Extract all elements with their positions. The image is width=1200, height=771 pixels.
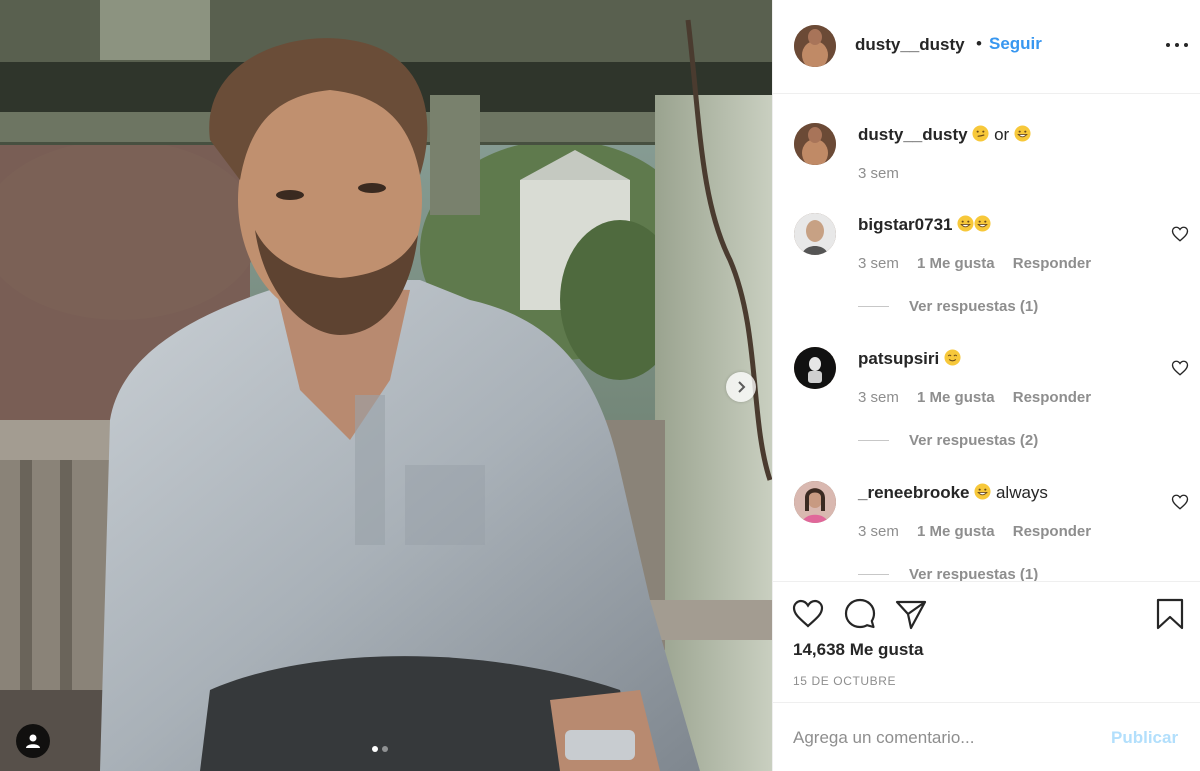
comments-list[interactable]: dusty__dusty or 3 sem bigstar0731 3 sem … xyxy=(773,95,1200,581)
post-photo xyxy=(0,0,772,771)
grin-emoji-icon xyxy=(957,215,974,232)
author-username[interactable]: dusty__dusty xyxy=(855,35,965,55)
post-actions: 14,638 Me gusta 15 DE OCTUBRE xyxy=(773,581,1200,701)
grin-emoji-icon xyxy=(1014,125,1031,142)
replies-divider xyxy=(858,440,889,441)
comment-body: always xyxy=(995,483,1048,502)
comment-like-heart-icon[interactable] xyxy=(1171,225,1189,243)
user-icon xyxy=(26,734,40,748)
comment-text: _reneebrooke always xyxy=(858,483,1048,503)
comment-like-heart-icon[interactable] xyxy=(1171,493,1189,511)
comment-username[interactable]: patsupsiri xyxy=(858,349,939,368)
likes-count[interactable]: 14,638 Me gusta xyxy=(793,640,923,660)
reply-button[interactable]: Responder xyxy=(1013,523,1091,540)
grin-emoji-icon xyxy=(974,215,991,232)
commenter-avatar[interactable] xyxy=(794,481,836,523)
comment-time[interactable]: 3 sem xyxy=(858,255,899,272)
smile-emoji-icon xyxy=(944,349,961,366)
view-replies-button[interactable]: Ver respuestas (1) xyxy=(858,298,1038,315)
avatar-image xyxy=(794,481,836,523)
comment-meta: 3 sem 1 Me gusta Responder xyxy=(858,523,1105,540)
replies-divider xyxy=(858,306,889,307)
tagged-users-button[interactable] xyxy=(16,724,50,758)
view-replies-button[interactable]: Ver respuestas (2) xyxy=(858,432,1038,449)
comment-meta: 3 sem 1 Me gusta Responder xyxy=(858,255,1105,272)
comment-text: bigstar0731 xyxy=(858,215,991,235)
comment-meta: 3 sem 1 Me gusta Responder xyxy=(858,389,1105,406)
smirk-emoji-icon xyxy=(972,125,989,142)
caption-meta: 3 sem xyxy=(858,165,913,182)
view-replies-button[interactable]: Ver respuestas (1) xyxy=(858,566,1038,581)
comment-username[interactable]: _reneebrooke xyxy=(858,483,970,502)
comment-composer: Publicar xyxy=(773,702,1200,771)
comment-like-heart-icon[interactable] xyxy=(1171,359,1189,377)
view-replies-label: Ver respuestas (1) xyxy=(909,566,1039,581)
avatar-image xyxy=(794,347,836,389)
avatar-image xyxy=(794,213,836,255)
carousel-indicator xyxy=(372,746,388,752)
carousel-dot-active xyxy=(372,746,378,752)
comment-text: patsupsiri xyxy=(858,349,961,369)
avatar-image xyxy=(794,123,836,165)
paper-plane-icon[interactable] xyxy=(894,597,928,631)
caption-middle-text: or xyxy=(994,125,1010,144)
bookmark-icon[interactable] xyxy=(1153,597,1187,631)
avatar-image xyxy=(794,25,836,67)
post-date[interactable]: 15 DE OCTUBRE xyxy=(793,674,896,688)
commenter-avatar[interactable] xyxy=(794,347,836,389)
follow-button[interactable]: Seguir xyxy=(989,34,1042,54)
author-avatar[interactable] xyxy=(794,25,836,67)
commenter-avatar[interactable] xyxy=(794,213,836,255)
comment-likes[interactable]: 1 Me gusta xyxy=(917,389,995,406)
view-replies-label: Ver respuestas (2) xyxy=(909,432,1039,449)
comment-username[interactable]: bigstar0731 xyxy=(858,215,953,234)
caption-time[interactable]: 3 sem xyxy=(858,165,899,182)
comment-time[interactable]: 3 sem xyxy=(858,523,899,540)
view-replies-label: Ver respuestas (1) xyxy=(909,298,1039,315)
carousel-dot xyxy=(382,746,388,752)
reply-button[interactable]: Responder xyxy=(1013,255,1091,272)
carousel-next-button[interactable] xyxy=(726,372,756,402)
caption-avatar[interactable] xyxy=(794,123,836,165)
replies-divider xyxy=(858,574,889,575)
heart-icon[interactable] xyxy=(791,597,825,631)
publish-button[interactable]: Publicar xyxy=(1111,728,1178,748)
comment-likes[interactable]: 1 Me gusta xyxy=(917,523,995,540)
post-header: dusty__dusty • Seguir xyxy=(773,0,1200,94)
post-details-panel: dusty__dusty • Seguir dusty__dusty or 3 … xyxy=(772,0,1200,771)
comment-likes[interactable]: 1 Me gusta xyxy=(917,255,995,272)
caption-text: dusty__dusty or xyxy=(858,125,1031,145)
comment-time[interactable]: 3 sem xyxy=(858,389,899,406)
comment-input[interactable] xyxy=(793,725,1093,751)
header-separator: • xyxy=(976,34,982,53)
post-media[interactable] xyxy=(0,0,772,771)
caption-username[interactable]: dusty__dusty xyxy=(858,125,968,144)
reply-button[interactable]: Responder xyxy=(1013,389,1091,406)
comment-icon[interactable] xyxy=(843,597,877,631)
chevron-right-icon xyxy=(738,381,746,393)
grin-emoji-icon xyxy=(974,483,991,500)
more-horizontal-icon[interactable] xyxy=(1163,33,1191,57)
